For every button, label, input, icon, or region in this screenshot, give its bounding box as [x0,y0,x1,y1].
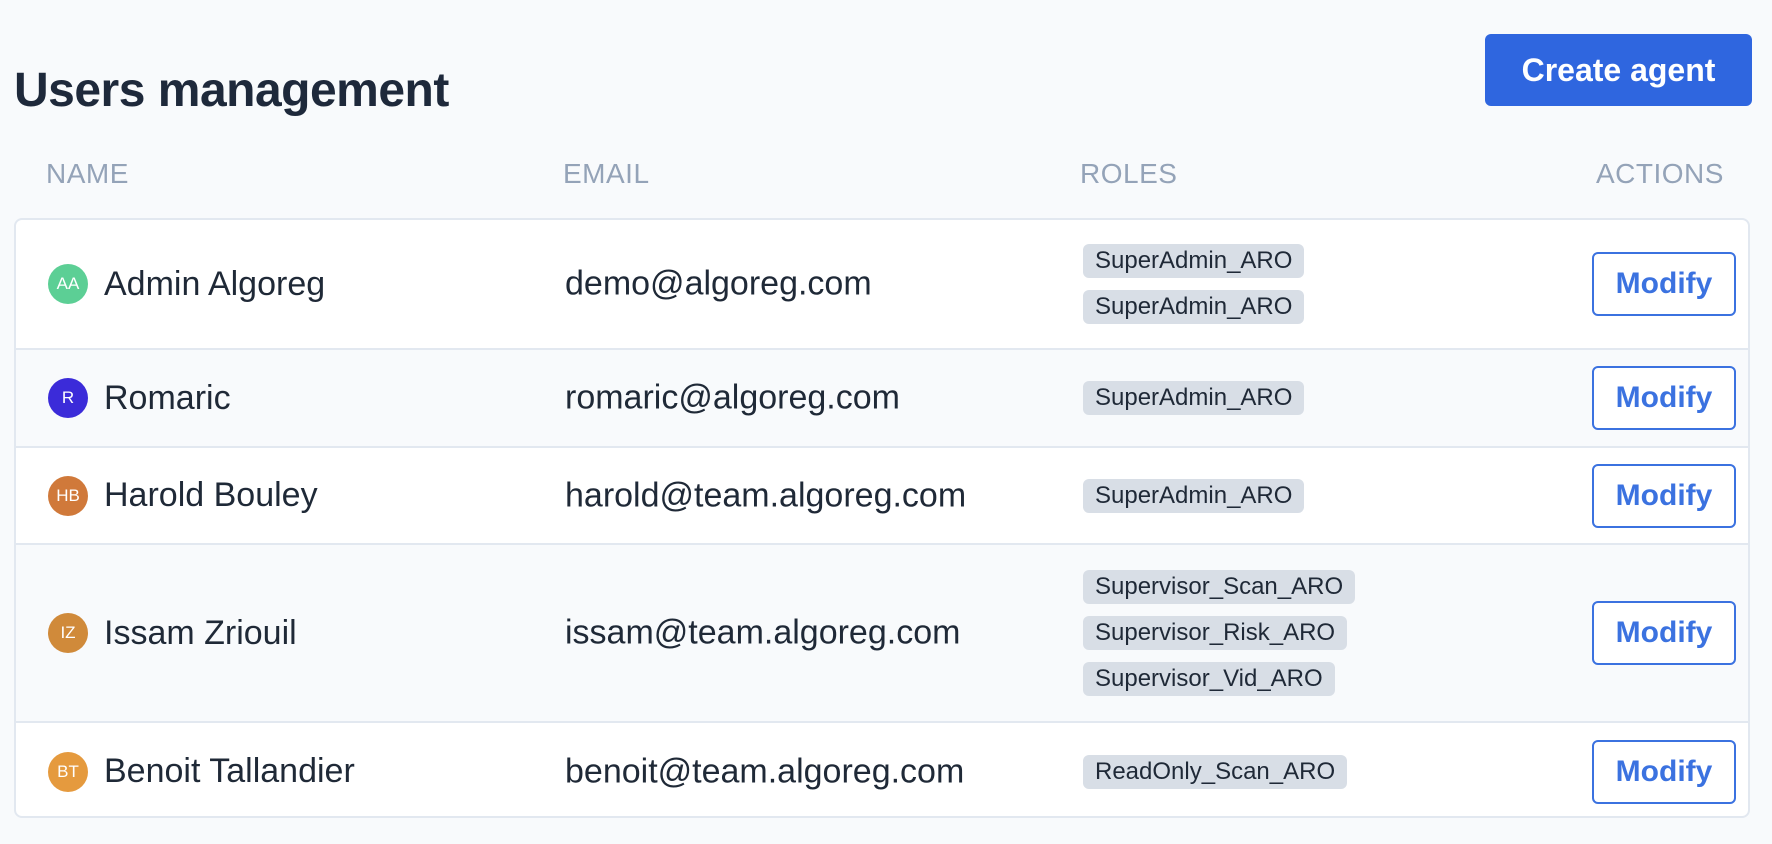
column-header-name: NAME [46,158,129,189]
user-name: Harold Bouley [104,476,318,514]
user-name-cell: BT Benoit Tallandier [48,751,355,792]
user-name-cell: R Romaric [48,378,231,418]
modify-button[interactable]: Modify [1592,601,1736,665]
user-email: issam@team.algoreg.com [565,613,961,652]
avatar: AA [48,264,88,304]
user-name: Romaric [104,378,231,417]
avatar: R [48,378,88,418]
modify-button[interactable]: Modify [1592,463,1736,528]
avatar: HB [48,475,88,516]
table-row: R Romaric romaric@algoreg.com SuperAdmin… [16,350,1748,448]
roles-list: ReadOnly_Scan_ARO [1083,754,1348,789]
user-email: benoit@team.algoreg.com [565,752,965,790]
column-header-email: EMAIL [563,158,650,189]
table-header: NAME EMAIL ROLES ACTIONS [0,152,1772,196]
table-row: AA Admin Algoreg demo@algoreg.com SuperA… [16,220,1748,350]
user-name: Issam Zriouil [104,613,297,652]
user-name-cell: HB Harold Bouley [48,475,318,516]
users-table: AA Admin Algoreg demo@algoreg.com SuperA… [14,218,1750,818]
page-title: Users management [14,64,449,118]
role-badge: SuperAdmin_ARO [1083,244,1305,278]
avatar: IZ [48,613,88,653]
role-badge: Supervisor_Scan_ARO [1083,570,1356,604]
roles-list: SuperAdmin_ARO [1083,381,1305,415]
user-name: Benoit Tallandier [104,752,355,790]
role-badge: ReadOnly_Scan_ARO [1083,754,1348,789]
role-badge: Supervisor_Vid_ARO [1083,662,1335,696]
user-name-cell: IZ Issam Zriouil [48,613,297,653]
roles-list: SuperAdmin_ARO SuperAdmin_ARO [1083,244,1305,324]
create-agent-button[interactable]: Create agent [1485,34,1752,106]
roles-list: SuperAdmin_ARO [1083,478,1305,513]
modify-button[interactable]: Modify [1592,252,1736,316]
table-row: HB Harold Bouley harold@team.algoreg.com… [16,448,1748,545]
user-email: harold@team.algoreg.com [565,476,967,514]
user-name: Admin Algoreg [104,264,326,303]
role-badge: Supervisor_Risk_ARO [1083,616,1348,650]
user-email: romaric@algoreg.com [565,378,900,417]
modify-button[interactable]: Modify [1592,366,1736,430]
role-badge: SuperAdmin_ARO [1083,381,1305,415]
avatar: BT [48,751,88,792]
role-badge: SuperAdmin_ARO [1083,478,1305,513]
user-name-cell: AA Admin Algoreg [48,264,325,304]
table-row: IZ Issam Zriouil issam@team.algoreg.com … [16,545,1748,723]
column-header-actions: ACTIONS [1596,158,1724,189]
column-header-roles: ROLES [1080,158,1178,189]
role-badge: SuperAdmin_ARO [1083,290,1305,324]
user-email: demo@algoreg.com [565,264,872,303]
table-row: BT Benoit Tallandier benoit@team.algoreg… [16,723,1748,816]
modify-button[interactable]: Modify [1592,739,1736,804]
roles-list: Supervisor_Scan_ARO Supervisor_Risk_ARO … [1083,570,1356,696]
